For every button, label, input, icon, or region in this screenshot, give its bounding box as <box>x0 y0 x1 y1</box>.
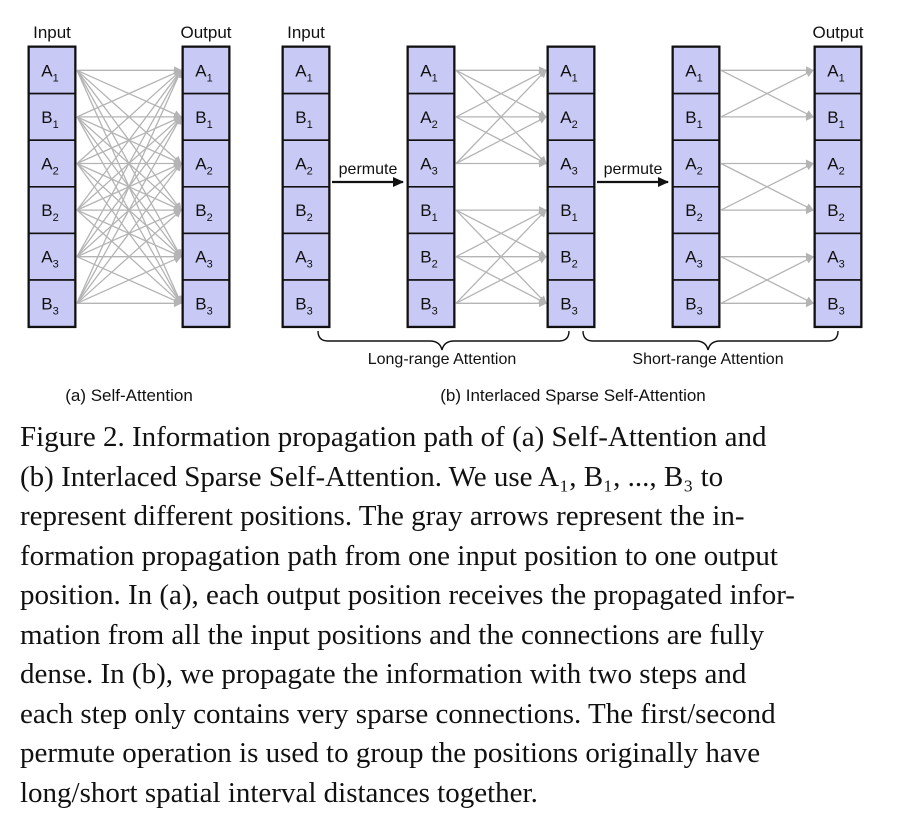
output-header-b: Output <box>812 23 863 42</box>
position-subscript: 3 <box>697 259 703 271</box>
figure-2-diagram: A1B1A2B2A3B3 A1B1A2B2A3B3 A1B1A2B2A3B3 A1A2… <box>0 0 898 420</box>
position-subscript: 3 <box>307 259 313 271</box>
caption-line: each step only contains very sparse conn… <box>20 695 876 735</box>
position-subscript: 1 <box>207 119 213 131</box>
position-subscript: 1 <box>207 72 213 84</box>
caption-line: long/short spatial interval distances to… <box>20 774 876 813</box>
position-subscript: 2 <box>839 166 845 178</box>
column-b-output: A1B1A2B2A3B3 <box>815 47 861 327</box>
figure-caption: Figure 2. Information propagation path o… <box>20 418 876 813</box>
position-subscript: 3 <box>307 305 313 317</box>
position-subscript: 3 <box>207 305 213 317</box>
caption-line: mation from all the input positions and … <box>20 616 876 656</box>
short-range-brace <box>583 331 838 350</box>
caption-line: represent different positions. The gray … <box>20 497 876 537</box>
subcaption-b: (b) Interlaced Sparse Self-Attention <box>440 386 706 405</box>
position-subscript: 1 <box>839 119 845 131</box>
position-subscript: 1 <box>53 72 59 84</box>
short-range-label: Short-range Attention <box>632 351 783 368</box>
position-subscript: 2 <box>432 259 438 271</box>
position-subscript: 2 <box>207 212 213 224</box>
position-subscript: 3 <box>572 166 578 178</box>
position-subscript: 2 <box>307 212 313 224</box>
column-b-input: A1B1A2B2A3B3 <box>283 47 329 327</box>
caption-line: permute operation is used to group the p… <box>20 734 876 774</box>
position-subscript: 2 <box>207 166 213 178</box>
caption-line: position. In (a), each output position r… <box>20 576 876 616</box>
caption-line: formation propagation path from one inpu… <box>20 537 876 577</box>
position-subscript: 2 <box>53 166 59 178</box>
position-subscript: 1 <box>697 119 703 131</box>
position-subscript: 3 <box>839 305 845 317</box>
position-subscript: 1 <box>697 72 703 84</box>
position-subscript: 1 <box>307 72 313 84</box>
long-range-brace <box>318 331 569 350</box>
caption-line: (b) Interlaced Sparse Self-Attention. We… <box>20 458 876 498</box>
position-subscript: 2 <box>432 119 438 131</box>
input-header-a: Input <box>33 23 71 42</box>
position-subscript: 3 <box>572 305 578 317</box>
position-subscript: 1 <box>572 72 578 84</box>
position-subscript: 3 <box>839 259 845 271</box>
position-subscript: 3 <box>432 305 438 317</box>
caption-line: Figure 2. Information propagation path o… <box>20 418 876 458</box>
subcaption-a: (a) Self-Attention <box>65 386 193 405</box>
long-range-label: Long-range Attention <box>368 351 517 368</box>
position-subscript: 1 <box>53 119 59 131</box>
position-subscript: 2 <box>53 212 59 224</box>
position-columns: A1B1A2B2A3B3 A1B1A2B2A3B3 A1B1A2B2A3B3 A1A2… <box>29 47 861 327</box>
position-subscript: 1 <box>307 119 313 131</box>
position-subscript: 3 <box>53 259 59 271</box>
position-subscript: 1 <box>432 212 438 224</box>
position-subscript: 3 <box>207 259 213 271</box>
column-a-output: A1B1A2B2A3B3 <box>183 47 229 327</box>
position-subscript: 1 <box>839 72 845 84</box>
permute-label-2: permute <box>604 161 663 178</box>
position-subscript: 2 <box>572 259 578 271</box>
column-a-input: A1B1A2B2A3B3 <box>29 47 75 327</box>
position-subscript: 2 <box>697 212 703 224</box>
input-header-b: Input <box>287 23 325 42</box>
column-b-perm2: A1B1A2B2A3B3 <box>673 47 719 327</box>
column-b-perm1: A1A2A3B1B2B3 <box>408 47 454 327</box>
position-subscript: 1 <box>572 212 578 224</box>
position-subscript: 1 <box>432 72 438 84</box>
permute-label-1: permute <box>339 161 398 178</box>
output-header-a: Output <box>180 23 231 42</box>
position-subscript: 2 <box>307 166 313 178</box>
position-subscript: 3 <box>697 305 703 317</box>
position-subscript: 3 <box>53 305 59 317</box>
position-subscript: 2 <box>572 119 578 131</box>
position-subscript: 2 <box>697 166 703 178</box>
position-subscript: 2 <box>839 212 845 224</box>
column-b-mid: A1A2A3B1B2B3 <box>548 47 594 327</box>
caption-line: dense. In (b), we propagate the informat… <box>20 655 876 695</box>
position-subscript: 3 <box>432 166 438 178</box>
